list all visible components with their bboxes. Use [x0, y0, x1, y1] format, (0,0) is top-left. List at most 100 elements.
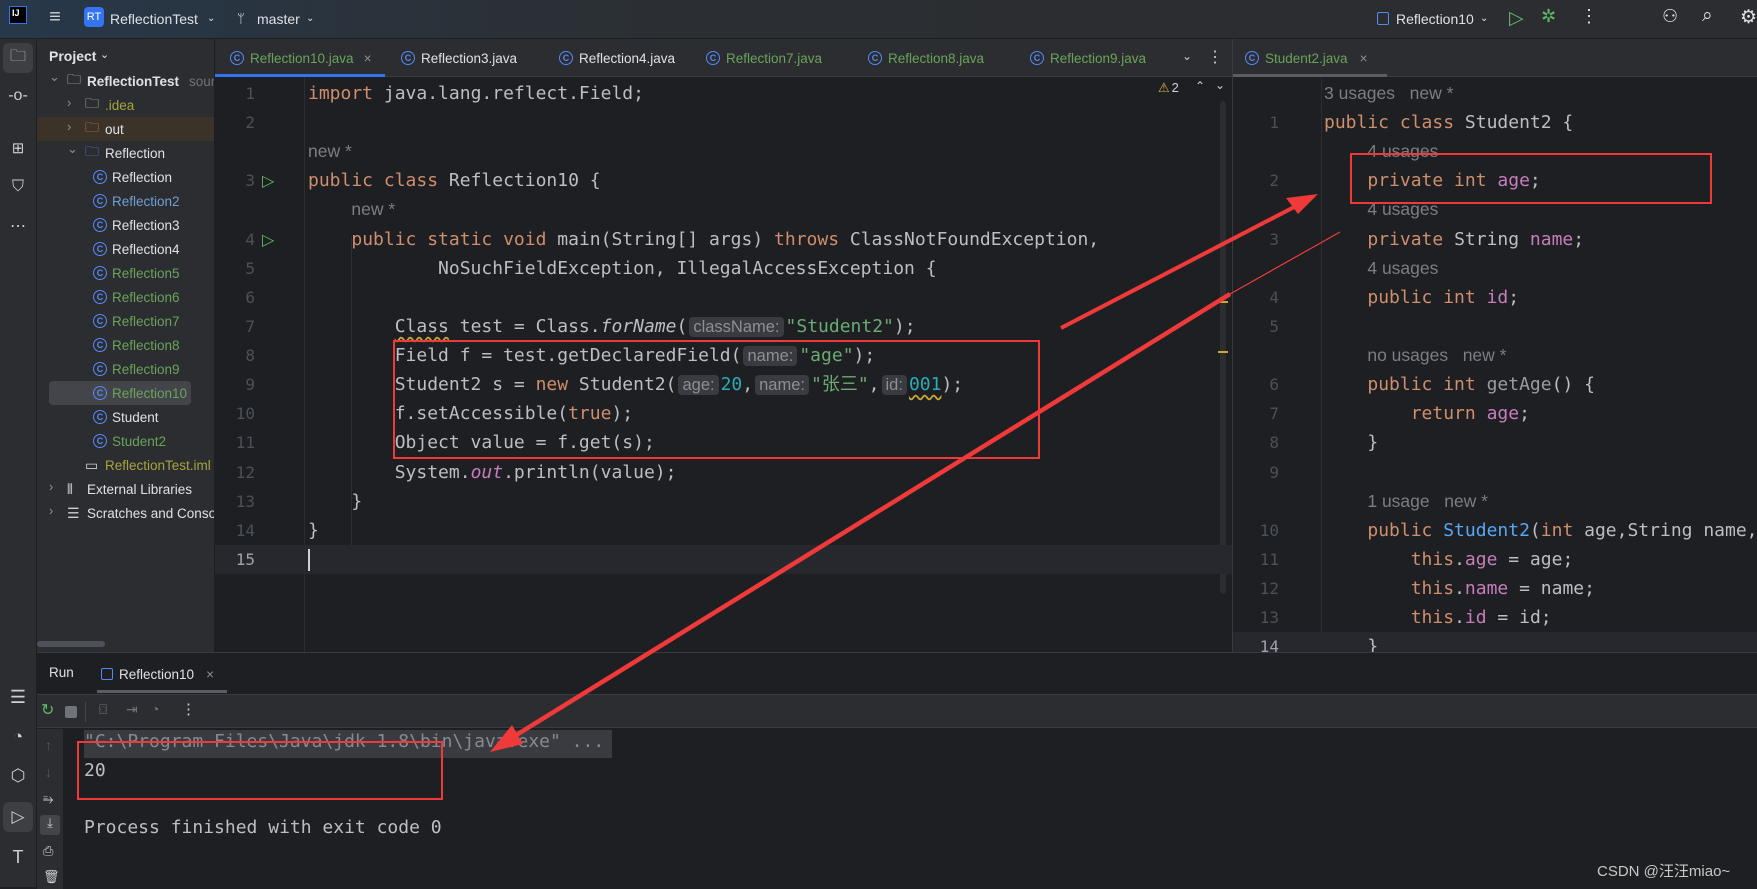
code-line[interactable]: 11 this.age = age; [1233, 545, 1757, 574]
code-line[interactable]: 6 public int getAge() { [1233, 370, 1757, 399]
code-line[interactable]: 3 private String name; [1233, 225, 1757, 254]
print-icon[interactable]: ⎙ [43, 843, 53, 859]
usages-hint[interactable]: new * [351, 199, 395, 219]
close-icon[interactable]: × [1360, 51, 1368, 66]
search-icon[interactable]: ⌕ [1702, 5, 1713, 27]
profiler-gauge-icon[interactable]: ◔ [3, 722, 33, 752]
project-tool-folder-icon[interactable]: 🗀 [3, 43, 33, 73]
usages-hint[interactable]: 4 usages [1367, 199, 1438, 219]
tree-item[interactable]: C Reflection7 [37, 309, 214, 333]
code-line[interactable]: 13 this.id = id; [1233, 603, 1757, 632]
inlay-hint-line[interactable]: 3 usages new * [1233, 79, 1757, 108]
tree-item[interactable]: C Reflection5 [37, 261, 214, 285]
code-editor-reflection10[interactable]: ⚠ 2 ⌃ ⌄ 1 import java.lang.reflect.Field; 2… [215, 77, 1232, 652]
trash-icon[interactable]: 🗑 [43, 869, 60, 885]
more-actions-icon[interactable]: ⋮ [1580, 6, 1598, 27]
usages-hint[interactable]: 4 usages [1367, 141, 1438, 161]
chevron-right-icon[interactable]: › [67, 95, 71, 110]
chevron-right-icon[interactable]: › [49, 503, 53, 518]
code-line[interactable]: 10 public Student2(int age,String name, [1233, 516, 1757, 545]
run-tab-reflection10[interactable]: Reflection10 × [101, 661, 214, 687]
code-line[interactable]: 1 import java.lang.reflect.Field; [215, 79, 1232, 108]
project-panel-title[interactable]: Project [49, 48, 96, 64]
tree-item[interactable]: › 🗀 .idea [37, 93, 214, 117]
run-icon[interactable]: ▷ [1509, 7, 1524, 30]
settings-gear-icon[interactable]: ⚙ [1740, 6, 1757, 29]
usages-hint[interactable]: 1 usage new * [1367, 491, 1488, 511]
rerun-icon[interactable]: ↻ [41, 700, 54, 720]
console-exit-message[interactable]: Process finished with exit code 0 [84, 817, 442, 838]
scroll-up-icon[interactable]: ↑ [45, 737, 52, 753]
tree-item[interactable]: C Student [37, 405, 214, 429]
code-line[interactable]: 7 Class test = Class.forName(className: "… [215, 312, 1232, 341]
inlay-hint-line[interactable]: new * [215, 195, 1232, 224]
code-line[interactable]: 3 ▷ public class Reflection10 { [215, 166, 1232, 195]
scroll-down-icon[interactable]: ↓ [45, 764, 52, 780]
code-line[interactable]: 1 public class Student2 { [1233, 108, 1757, 137]
usages-hint[interactable]: 3 usages new * [1324, 83, 1453, 103]
code-line[interactable]: 14 } [1233, 632, 1757, 652]
editor-tab[interactable]: C Reflection9.java [1030, 39, 1146, 77]
chevron-down-icon[interactable]: ⌄ [67, 141, 78, 157]
commit-icon[interactable]: -o- [3, 81, 33, 111]
code-line[interactable]: 12 this.name = name; [1233, 574, 1757, 603]
add-user-icon[interactable]: ⚇ [1662, 6, 1678, 27]
code-line[interactable]: 15 [215, 544, 1232, 574]
code-line[interactable]: 4 public int id; [1233, 283, 1757, 312]
editor-tab[interactable]: C Reflection10.java × [230, 39, 371, 77]
run-config-selector[interactable]: Reflection10 [1396, 11, 1474, 27]
tree-item[interactable]: C Reflection [37, 165, 214, 189]
scroll-to-end-icon[interactable]: ⤓ [40, 815, 60, 835]
todo-list-icon[interactable]: ☰ [3, 682, 33, 712]
tabs-dropdown-icon[interactable]: ⌄ [1182, 49, 1192, 63]
tree-item[interactable]: › ☰ Scratches and Consoles [37, 501, 214, 525]
usages-hint[interactable]: no usages new * [1367, 345, 1506, 365]
tree-item[interactable]: › ⫴ External Libraries [37, 477, 214, 501]
usages-hint[interactable]: new * [308, 141, 352, 161]
tree-item[interactable]: ⌄ 🗀 ReflectionTest sourc [37, 69, 214, 93]
run-gutter-icon[interactable]: ▷ [262, 225, 274, 254]
more-options-icon[interactable]: ⋮ [181, 700, 196, 718]
code-line[interactable]: 13 } [215, 487, 1232, 516]
more-tools-icon[interactable]: ⋯ [3, 211, 33, 241]
code-editor-student2[interactable]: 3 usages new * 1 public class Student2 { 4… [1232, 77, 1757, 652]
tabs-more-icon[interactable]: ⋮ [1207, 47, 1223, 67]
code-line[interactable]: 2 private int age; [1233, 166, 1757, 195]
console-command-line[interactable]: "C:\Program Files\Java\jdk-1.8\bin\java.… [84, 731, 604, 752]
code-line[interactable]: 10 f.setAccessible(true); [215, 399, 1232, 428]
camera-icon[interactable]: ⌼ [99, 701, 107, 718]
chevron-right-icon[interactable]: › [49, 479, 53, 494]
chevron-right-icon[interactable]: › [67, 119, 71, 134]
run-tool-icon[interactable]: ▷ [3, 802, 33, 832]
code-line[interactable]: 8 } [1233, 428, 1757, 457]
code-line[interactable]: 8 Field f = test.getDeclaredField(name: "… [215, 341, 1232, 370]
tree-item[interactable]: C Reflection9 [37, 357, 214, 381]
branch-selector[interactable]: master [257, 11, 300, 27]
code-line[interactable]: 12 System.out.println(value); [215, 458, 1232, 487]
structure-icon[interactable]: ⊞ [3, 133, 33, 163]
tree-horizontal-scrollbar[interactable] [37, 641, 105, 647]
tree-item[interactable]: ⌄ 🗀 Reflection [37, 141, 214, 165]
code-line[interactable]: 9 [1233, 458, 1757, 487]
inlay-hint-line[interactable]: no usages new * [1233, 341, 1757, 370]
tree-item[interactable]: C Reflection8 [37, 333, 214, 357]
project-badge[interactable]: RT [84, 7, 104, 27]
inlay-hint-line[interactable]: 1 usage new * [1233, 487, 1757, 516]
inlay-hint-line[interactable]: new * [215, 137, 1232, 166]
code-line[interactable]: 14} [215, 516, 1232, 545]
soft-wrap-icon[interactable]: ⥱ [43, 791, 53, 807]
chevron-down-icon[interactable]: ⌄ [49, 69, 60, 85]
stop-icon[interactable] [65, 706, 77, 718]
code-line[interactable]: 7 return age; [1233, 399, 1757, 428]
services-icon[interactable]: ⬡ [3, 761, 33, 791]
editor-tab[interactable]: C Reflection3.java [401, 39, 517, 77]
editor-tab[interactable]: C Reflection7.java [706, 39, 822, 77]
tree-item[interactable]: C Reflection6 [37, 285, 214, 309]
editor-tab[interactable]: C Reflection4.java [559, 39, 675, 77]
usages-hint[interactable]: 4 usages [1367, 258, 1438, 278]
close-icon[interactable]: × [364, 51, 372, 66]
tree-item[interactable]: C Reflection2 [37, 189, 214, 213]
import-icon[interactable]: ⇥ [126, 701, 138, 718]
editor-tab[interactable]: C Reflection8.java [868, 39, 984, 77]
inlay-hint-line[interactable]: 4 usages [1233, 195, 1757, 224]
